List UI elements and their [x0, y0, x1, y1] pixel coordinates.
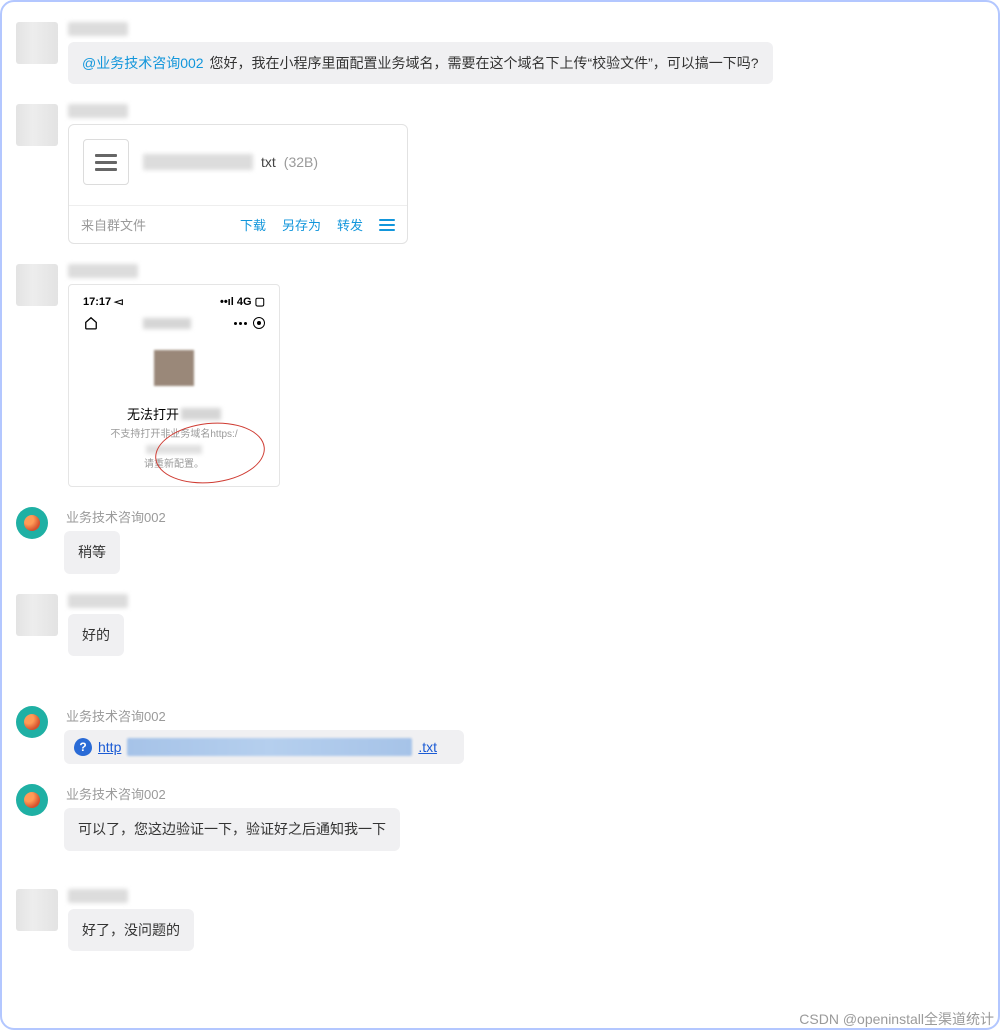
image-placeholder	[154, 350, 194, 386]
message-text: 您好，我在小程序里面配置业务域名，需要在这个域名下上传“校验文件”，可以搞一下吗…	[206, 55, 759, 71]
file-extension: txt	[261, 154, 276, 170]
avatar[interactable]	[16, 784, 48, 816]
file-source-label: 来自群文件	[81, 215, 146, 234]
avatar[interactable]	[16, 22, 58, 64]
page-title-redacted	[143, 318, 191, 329]
link-prefix[interactable]: http	[98, 739, 121, 755]
home-icon	[83, 316, 99, 330]
message-bubble: 可以了，您这边验证一下，验证好之后通知我一下	[64, 808, 400, 850]
sender-name-redacted	[68, 264, 138, 278]
avatar[interactable]	[16, 104, 58, 146]
message-bubble: 好的	[68, 614, 124, 656]
message-text: 可以了，您这边验证一下，验证好之后通知我一下	[78, 821, 386, 837]
nav-bar	[77, 314, 271, 336]
shield-icon: ?	[74, 738, 92, 756]
message-row: 业务技术咨询002 稍等	[16, 507, 984, 573]
mention-link[interactable]: @业务技术咨询002	[82, 55, 204, 71]
message-text: 稍等	[78, 544, 106, 560]
file-card[interactable]: txt (32B) 来自群文件 下载 另存为 转发	[68, 124, 408, 244]
status-signal: ••ıl 4G ▢	[220, 295, 265, 308]
message-row: @业务技术咨询002 您好，我在小程序里面配置业务域名，需要在这个域名下上传“校…	[16, 22, 984, 84]
target-icon	[253, 317, 265, 329]
link-redacted[interactable]	[127, 738, 412, 756]
saveas-button[interactable]: 另存为	[282, 215, 321, 234]
avatar[interactable]	[16, 594, 58, 636]
sender-name: 业务技术咨询002	[64, 706, 166, 725]
message-row: 业务技术咨询002 可以了，您这边验证一下，验证好之后通知我一下	[16, 784, 984, 850]
download-button[interactable]: 下载	[240, 215, 266, 234]
watermark: CSDN @openinstall全渠道统计	[799, 1009, 994, 1029]
more-icon	[234, 322, 247, 325]
sender-name: 业务技术咨询002	[64, 784, 166, 803]
message-bubble: 稍等	[64, 531, 120, 573]
message-bubble-link: ? http .txt	[64, 730, 464, 764]
status-bar: 17:17 ◅ ••ıl 4G ▢	[77, 293, 271, 314]
message-row: 业务技术咨询002 ? http .txt	[16, 706, 984, 764]
message-text: 好的	[82, 627, 110, 643]
message-row: txt (32B) 来自群文件 下载 另存为 转发	[16, 104, 984, 244]
sender-name-redacted	[68, 104, 128, 118]
message-row: 好的	[16, 594, 984, 656]
sender-name-redacted	[68, 889, 128, 903]
message-bubble: @业务技术咨询002 您好，我在小程序里面配置业务域名，需要在这个域名下上传“校…	[68, 42, 773, 84]
cannot-open-label: 无法打开	[127, 404, 179, 423]
link-suffix[interactable]: .txt	[418, 739, 437, 755]
message-row: 好了，没问题的	[16, 889, 984, 951]
avatar[interactable]	[16, 889, 58, 931]
status-time: 17:17 ◅	[83, 295, 123, 308]
screenshot-attachment[interactable]: 17:17 ◅ ••ıl 4G ▢ 无法打开	[68, 284, 280, 487]
file-size: (32B)	[284, 154, 318, 170]
sender-name-redacted	[68, 594, 128, 608]
menu-icon[interactable]	[379, 219, 395, 231]
sender-name-redacted	[68, 22, 128, 36]
file-icon	[83, 139, 129, 185]
sender-name: 业务技术咨询002	[64, 507, 166, 526]
avatar[interactable]	[16, 507, 48, 539]
message-text: 好了，没问题的	[82, 922, 180, 938]
avatar[interactable]	[16, 706, 48, 738]
message-bubble: 好了，没问题的	[68, 909, 194, 951]
message-row: 17:17 ◅ ••ıl 4G ▢ 无法打开	[16, 264, 984, 487]
forward-button[interactable]: 转发	[337, 215, 363, 234]
chat-container: @业务技术咨询002 您好，我在小程序里面配置业务域名，需要在这个域名下上传“校…	[0, 0, 1000, 1030]
avatar[interactable]	[16, 264, 58, 306]
url-redacted	[181, 408, 221, 420]
file-name-redacted	[143, 154, 253, 170]
